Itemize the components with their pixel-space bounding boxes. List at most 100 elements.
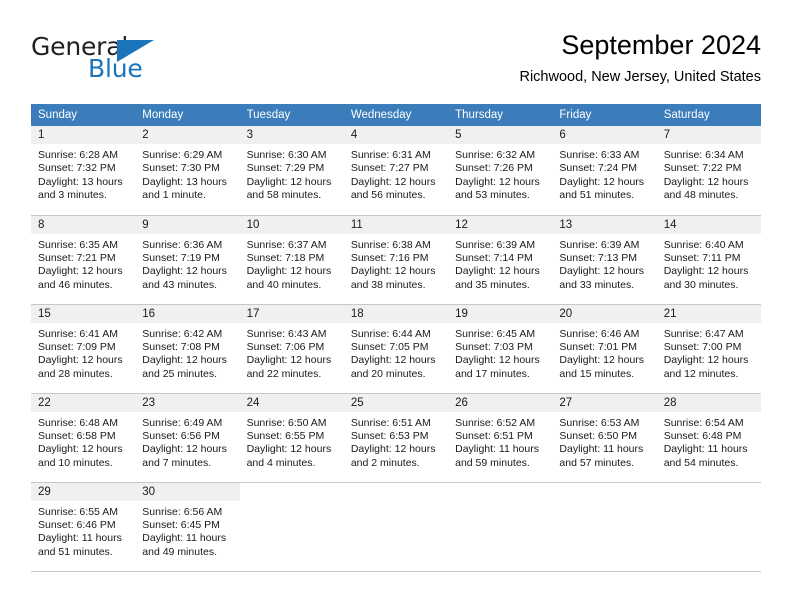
daylight-text-line2: and 4 minutes. (246, 456, 316, 469)
day-number: 9 (135, 215, 240, 234)
day-cell[interactable]: 1 Sunrise: 6:28 AM Sunset: 7:32 PM Dayli… (31, 126, 136, 215)
daylight-text-line1: Daylight: 12 hours (142, 265, 227, 278)
week-row: 22 Sunrise: 6:48 AM Sunset: 6:58 PM Dayl… (31, 392, 761, 482)
day-cell[interactable]: 20 Sunrise: 6:46 AM Sunset: 7:01 PM Dayl… (552, 303, 657, 393)
day-details: Sunrise: 6:52 AM Sunset: 6:51 PM Dayligh… (448, 412, 552, 471)
day-cell[interactable]: 15 Sunrise: 6:41 AM Sunset: 7:09 PM Dayl… (31, 303, 136, 393)
sunset-text: Sunset: 7:06 PM (246, 340, 325, 353)
sunset-text: Sunset: 7:11 PM (663, 251, 741, 264)
day-cell[interactable]: 2 Sunrise: 6:29 AM Sunset: 7:30 PM Dayli… (135, 126, 240, 215)
day-cell[interactable]: 17 Sunrise: 6:43 AM Sunset: 7:06 PM Dayl… (239, 303, 344, 393)
sunset-text: Sunset: 6:55 PM (246, 429, 325, 442)
daylight-text-line2: and 38 minutes. (350, 278, 426, 291)
day-details: Sunrise: 6:32 AM Sunset: 7:26 PM Dayligh… (448, 144, 552, 203)
weekday-header-monday: Monday (135, 104, 240, 126)
day-cell[interactable]: 18 Sunrise: 6:44 AM Sunset: 7:05 PM Dayl… (343, 303, 449, 393)
daylight-text-line1: Daylight: 12 hours (559, 175, 645, 188)
daylight-text-line1: Daylight: 13 hours (38, 175, 123, 188)
day-cell[interactable]: 26 Sunrise: 6:52 AM Sunset: 6:51 PM Dayl… (448, 392, 553, 482)
day-cell[interactable]: 30 Sunrise: 6:56 AM Sunset: 6:45 PM Dayl… (135, 481, 240, 572)
logo-text-blue: Blue (88, 54, 143, 83)
daylight-text-line2: and 12 minutes. (663, 367, 739, 380)
day-number: 25 (343, 393, 449, 412)
sunset-text: Sunset: 6:45 PM (142, 518, 220, 531)
daylight-text-line2: and 15 minutes. (559, 367, 635, 380)
day-cell[interactable]: 16 Sunrise: 6:42 AM Sunset: 7:08 PM Dayl… (135, 303, 240, 393)
calendar-page: General Blue September 2024 Richwood, Ne… (0, 0, 792, 612)
day-details: Sunrise: 6:45 AM Sunset: 7:03 PM Dayligh… (448, 323, 552, 382)
daylight-text-line1: Daylight: 11 hours (142, 532, 227, 545)
day-cell[interactable]: 10 Sunrise: 6:37 AM Sunset: 7:18 PM Dayl… (239, 214, 344, 304)
sunset-text: Sunset: 6:56 PM (142, 429, 220, 442)
sunset-text: Sunset: 7:32 PM (38, 162, 116, 175)
sunset-text: Sunset: 7:05 PM (350, 340, 429, 353)
daylight-text-line1: Daylight: 12 hours (38, 443, 123, 456)
day-cell[interactable]: 4 Sunrise: 6:31 AM Sunset: 7:27 PM Dayli… (343, 126, 449, 215)
day-cell[interactable]: 5 Sunrise: 6:32 AM Sunset: 7:26 PM Dayli… (448, 126, 553, 215)
day-cell-empty (552, 481, 657, 572)
day-details: Sunrise: 6:37 AM Sunset: 7:18 PM Dayligh… (240, 234, 344, 293)
day-cell[interactable]: 19 Sunrise: 6:45 AM Sunset: 7:03 PM Dayl… (448, 303, 553, 393)
day-cell[interactable]: 14 Sunrise: 6:40 AM Sunset: 7:11 PM Dayl… (656, 214, 761, 304)
daylight-text-line1: Daylight: 12 hours (142, 354, 227, 367)
day-cell[interactable]: 6 Sunrise: 6:33 AM Sunset: 7:24 PM Dayli… (552, 126, 657, 215)
generalblue-logo[interactable]: General Blue (31, 34, 241, 90)
day-cell[interactable]: 12 Sunrise: 6:39 AM Sunset: 7:14 PM Dayl… (448, 214, 553, 304)
day-cell[interactable]: 3 Sunrise: 6:30 AM Sunset: 7:29 PM Dayli… (239, 126, 344, 215)
day-cell[interactable]: 28 Sunrise: 6:54 AM Sunset: 6:48 PM Dayl… (656, 392, 761, 482)
day-cell[interactable]: 8 Sunrise: 6:35 AM Sunset: 7:21 PM Dayli… (31, 214, 136, 304)
daylight-text-line1: Daylight: 12 hours (350, 265, 436, 278)
day-number: 10 (239, 215, 344, 234)
day-cell[interactable]: 29 Sunrise: 6:55 AM Sunset: 6:46 PM Dayl… (31, 481, 136, 572)
daylight-text-line1: Daylight: 12 hours (246, 175, 332, 188)
day-number: 22 (31, 393, 136, 412)
day-cell-empty (656, 481, 761, 572)
sunrise-text: Sunrise: 6:37 AM (246, 238, 327, 251)
daylight-text-line2: and 2 minutes. (350, 456, 420, 469)
sunrise-text: Sunrise: 6:29 AM (142, 149, 223, 161)
day-cell[interactable]: 13 Sunrise: 6:39 AM Sunset: 7:13 PM Dayl… (552, 214, 657, 304)
day-details: Sunrise: 6:48 AM Sunset: 6:58 PM Dayligh… (31, 412, 135, 471)
daylight-text-line1: Daylight: 12 hours (663, 354, 749, 367)
day-number: 21 (656, 304, 761, 323)
sunrise-text: Sunrise: 6:54 AM (663, 416, 744, 429)
daylight-text-line2: and 40 minutes. (246, 278, 322, 291)
day-cell[interactable]: 25 Sunrise: 6:51 AM Sunset: 6:53 PM Dayl… (343, 392, 449, 482)
daylight-text-line1: Daylight: 12 hours (559, 265, 645, 278)
daylight-text-line2: and 49 minutes. (142, 545, 217, 558)
day-number (343, 482, 449, 501)
day-cell[interactable]: 23 Sunrise: 6:49 AM Sunset: 6:56 PM Dayl… (135, 392, 240, 482)
sunset-text: Sunset: 7:24 PM (559, 162, 638, 175)
daylight-text-line2: and 53 minutes. (455, 189, 530, 202)
day-cell[interactable]: 24 Sunrise: 6:50 AM Sunset: 6:55 PM Dayl… (239, 392, 344, 482)
day-number: 19 (448, 304, 553, 323)
sunrise-text: Sunrise: 6:45 AM (455, 327, 536, 340)
week-row: 1 Sunrise: 6:28 AM Sunset: 7:32 PM Dayli… (31, 126, 761, 215)
day-details: Sunrise: 6:35 AM Sunset: 7:21 PM Dayligh… (31, 234, 135, 293)
day-cell[interactable]: 21 Sunrise: 6:47 AM Sunset: 7:00 PM Dayl… (656, 303, 761, 393)
day-number: 29 (31, 482, 136, 501)
day-details: Sunrise: 6:42 AM Sunset: 7:08 PM Dayligh… (135, 323, 239, 382)
day-cell[interactable]: 7 Sunrise: 6:34 AM Sunset: 7:22 PM Dayli… (656, 126, 761, 215)
sunrise-text: Sunrise: 6:48 AM (38, 416, 118, 429)
day-cell[interactable]: 11 Sunrise: 6:38 AM Sunset: 7:16 PM Dayl… (343, 214, 449, 304)
daylight-text-line1: Daylight: 13 hours (142, 175, 227, 188)
sunset-text: Sunset: 7:08 PM (142, 340, 220, 353)
day-number: 13 (552, 215, 657, 234)
daylight-text-line1: Daylight: 12 hours (246, 265, 332, 278)
day-number: 15 (31, 304, 136, 323)
day-details: Sunrise: 6:33 AM Sunset: 7:24 PM Dayligh… (552, 144, 656, 203)
page-subtitle: Richwood, New Jersey, United States (519, 69, 761, 85)
daylight-text-line1: Daylight: 11 hours (455, 443, 539, 456)
day-number: 12 (448, 215, 553, 234)
sunrise-text: Sunrise: 6:39 AM (559, 238, 640, 251)
daylight-text-line2: and 20 minutes. (350, 367, 426, 380)
weekday-header-friday: Friday (552, 104, 657, 126)
sunrise-text: Sunrise: 6:30 AM (246, 149, 327, 161)
day-cell[interactable]: 22 Sunrise: 6:48 AM Sunset: 6:58 PM Dayl… (31, 392, 136, 482)
day-cell[interactable]: 9 Sunrise: 6:36 AM Sunset: 7:19 PM Dayli… (135, 214, 240, 304)
daylight-text-line2: and 25 minutes. (142, 367, 217, 380)
sunrise-text: Sunrise: 6:55 AM (38, 505, 118, 518)
daylight-text-line2: and 58 minutes. (246, 189, 322, 202)
day-cell[interactable]: 27 Sunrise: 6:53 AM Sunset: 6:50 PM Dayl… (552, 392, 657, 482)
